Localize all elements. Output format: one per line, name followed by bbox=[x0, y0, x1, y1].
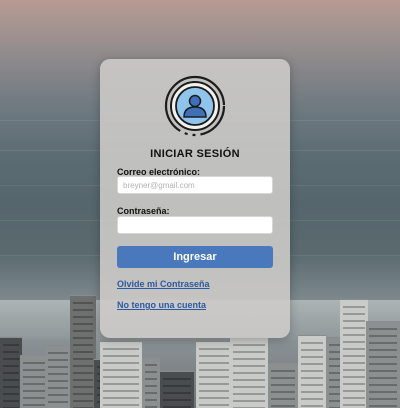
user-avatar-icon bbox=[164, 75, 226, 137]
password-field[interactable] bbox=[117, 216, 273, 234]
forgot-password-link[interactable]: Olvide mi Contraseña bbox=[117, 279, 210, 289]
password-label: Contraseña: bbox=[117, 206, 170, 216]
login-title: INICIAR SESIÓN bbox=[150, 148, 240, 160]
signup-link[interactable]: No tengo una cuenta bbox=[117, 300, 206, 310]
login-card: INICIAR SESIÓN Correo electrónico: Contr… bbox=[100, 59, 290, 338]
email-field[interactable] bbox=[117, 176, 273, 194]
login-submit-button[interactable]: Ingresar bbox=[117, 246, 273, 268]
